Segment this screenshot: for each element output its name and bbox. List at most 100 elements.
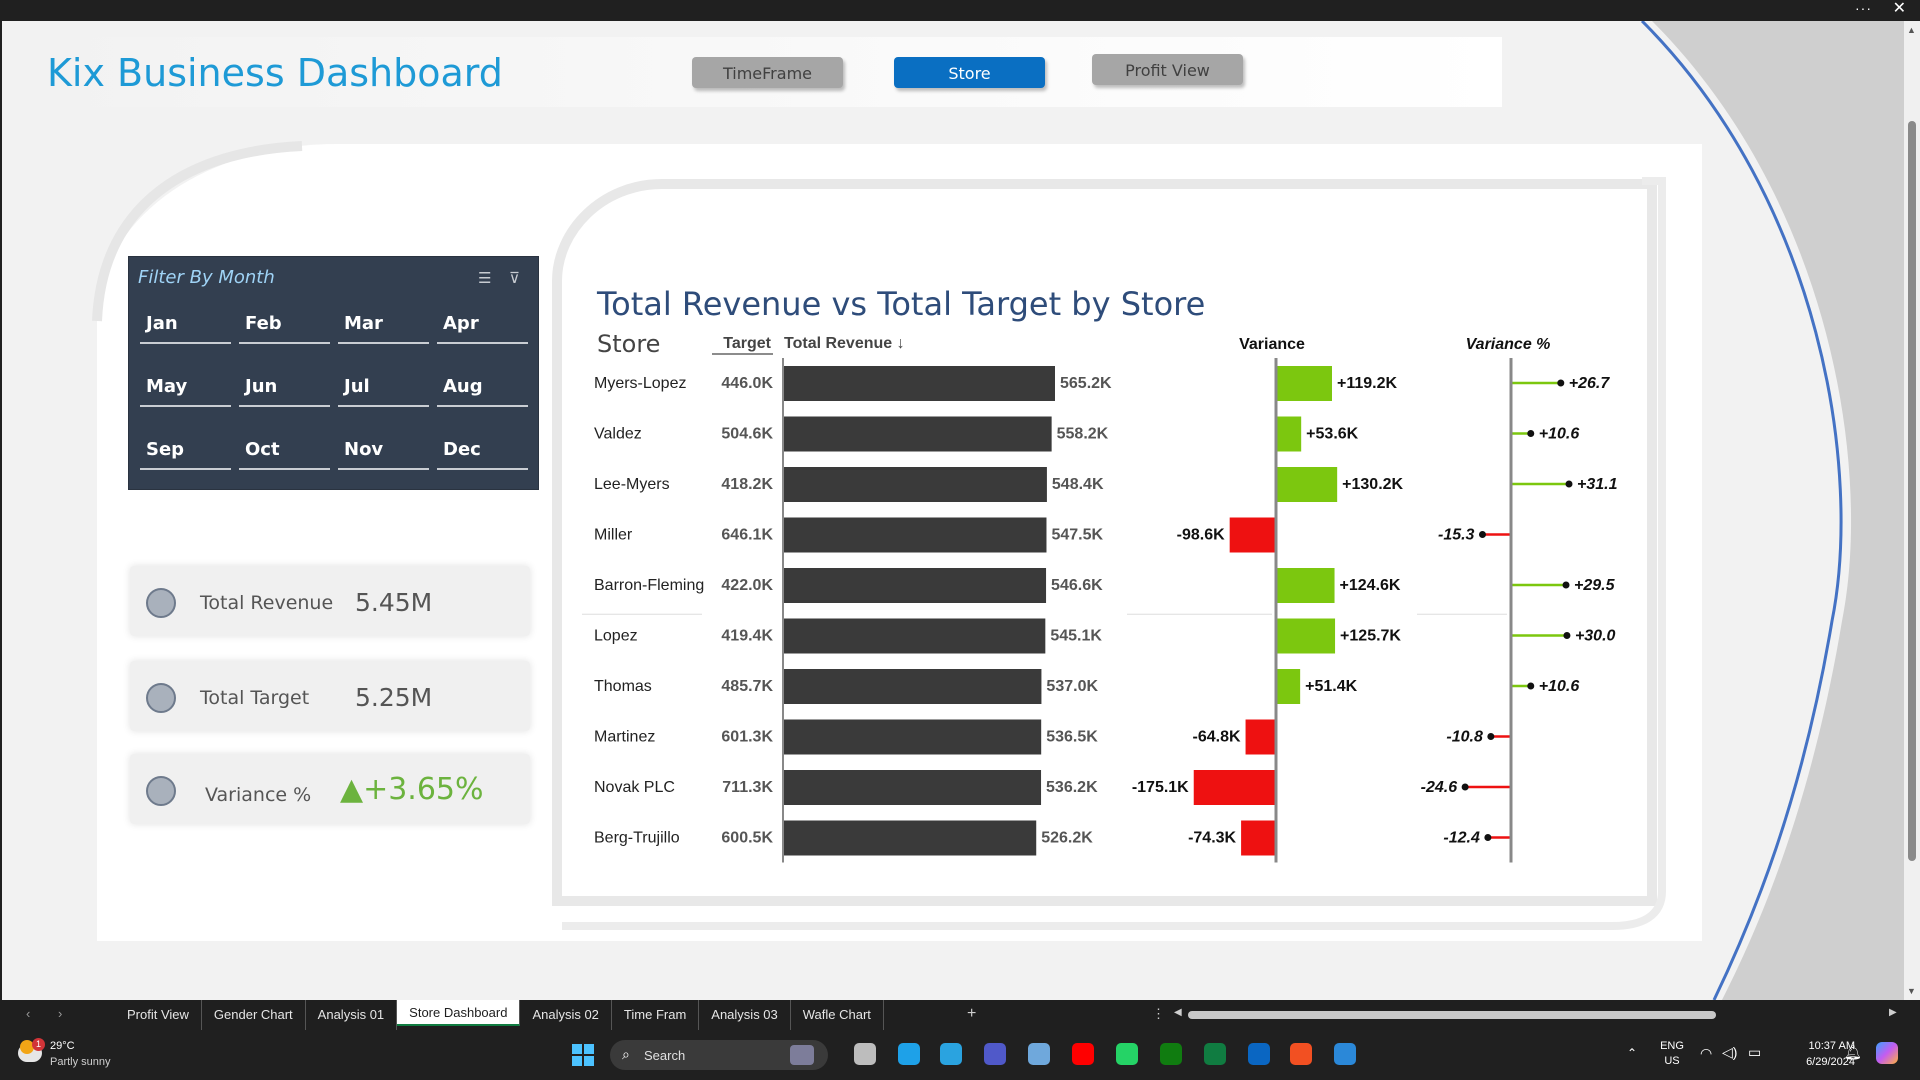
copilot-icon[interactable]: [1876, 1042, 1898, 1064]
sheet-tab[interactable]: Analysis 01: [306, 1000, 398, 1030]
search-highlight-icon: [790, 1045, 814, 1065]
sheet-tab-bar: ‹ › Profit View Gender Chart Analysis 01 St…: [0, 1000, 1920, 1030]
screen: ··· ✕ Kix Business Dashboard TimeFrame S…: [0, 0, 1920, 1080]
linkedin-icon[interactable]: [1248, 1043, 1270, 1065]
whatsapp-icon[interactable]: [1116, 1043, 1138, 1065]
revenue-value: 537.0K: [1046, 678, 1098, 695]
scrollbar-thumb[interactable]: [1908, 121, 1916, 861]
variance-value: +124.6K: [1340, 577, 1401, 594]
variance-bar: [1229, 517, 1276, 553]
more-options-icon[interactable]: ···: [1855, 0, 1872, 16]
scroll-up-icon[interactable]: ▲: [1907, 25, 1916, 35]
teams-icon[interactable]: [984, 1043, 1006, 1065]
month-jan[interactable]: Jan: [140, 304, 231, 344]
month-dec[interactable]: Dec: [437, 430, 528, 470]
month-may[interactable]: May: [140, 367, 231, 407]
xbox-icon[interactable]: [1160, 1043, 1182, 1065]
target-value: 422.0K: [721, 577, 773, 594]
month-jul[interactable]: Jul: [338, 367, 429, 407]
kpi-value-text: +3.65%: [363, 772, 484, 807]
variance-pct-value: -10.8: [1446, 729, 1483, 746]
kpi-indicator-dot: [146, 683, 176, 713]
next-sheet-icon[interactable]: ›: [58, 1006, 62, 1021]
month-aug[interactable]: Aug: [437, 367, 528, 407]
prev-sheet-icon[interactable]: ‹: [26, 1006, 30, 1021]
profit-view-button[interactable]: Profit View: [1092, 54, 1243, 85]
variance-value: -74.3K: [1188, 830, 1236, 847]
search-box[interactable]: ⌕ Search: [610, 1040, 828, 1070]
language-indicator[interactable]: ENG US: [1657, 1040, 1687, 1067]
variance-bar: [1193, 770, 1276, 805]
wifi-icon[interactable]: ◠: [1700, 1045, 1712, 1062]
weather-badge: 1: [32, 1038, 45, 1051]
sheet-tab[interactable]: Store Dashboard: [397, 1000, 521, 1026]
revenue-bar: [783, 820, 1037, 856]
lang-top: ENG: [1660, 1040, 1684, 1052]
sheet-tab[interactable]: Wafle Chart: [791, 1000, 884, 1030]
variance-pct-value: +29.5: [1574, 577, 1616, 594]
timeframe-button[interactable]: TimeFrame: [692, 57, 843, 88]
month-sep[interactable]: Sep: [140, 430, 231, 470]
store-name: Valdez: [594, 426, 642, 443]
store-button[interactable]: Store: [894, 57, 1045, 88]
revenue-bar: [783, 517, 1047, 553]
target-value: 600.5K: [721, 830, 773, 847]
youtube-icon[interactable]: [1072, 1043, 1094, 1065]
variance-pct-dot: [1478, 531, 1486, 538]
show-hidden-icons[interactable]: ⌃: [1627, 1046, 1637, 1060]
variance-bar: [1276, 467, 1338, 502]
sheet-tab[interactable]: Profit View: [115, 1000, 202, 1030]
horizontal-scrollbar-thumb[interactable]: [1188, 1011, 1716, 1019]
revenue-bar: [783, 568, 1047, 603]
start-button[interactable]: [572, 1044, 594, 1066]
clock[interactable]: 10:37 AM 6/29/2024: [1775, 1040, 1855, 1068]
sheet-tab[interactable]: Analysis 02: [520, 1000, 612, 1030]
scroll-down-icon[interactable]: ▼: [1907, 986, 1916, 996]
quickassist-icon[interactable]: [1334, 1043, 1356, 1065]
revenue-bar: [783, 366, 1055, 401]
sheet-tab[interactable]: Analysis 03: [699, 1000, 791, 1030]
battery-icon[interactable]: ▭: [1748, 1044, 1761, 1061]
excel-icon[interactable]: [1204, 1043, 1226, 1065]
variance-bar: [1276, 669, 1301, 704]
revenue-header: Total Revenue ↓: [784, 335, 905, 352]
edge-icon[interactable]: [898, 1043, 920, 1065]
powerbi-icon[interactable]: [1290, 1043, 1312, 1065]
month-oct[interactable]: Oct: [239, 430, 330, 470]
telegram-icon[interactable]: [940, 1043, 962, 1065]
month-filter-slicer: Filter By Month ☰ ⊽ Jan Feb Mar Apr May …: [128, 256, 539, 490]
clear-filter-icon[interactable]: ⊽: [509, 269, 520, 287]
slicer-title: Filter By Month: [138, 267, 275, 288]
sheet-tab[interactable]: Time Fram: [612, 1000, 700, 1030]
add-sheet-icon[interactable]: +: [967, 1005, 976, 1023]
weather-widget[interactable]: 1 29°C Partly sunny: [16, 1038, 136, 1072]
month-apr[interactable]: Apr: [437, 304, 528, 344]
photos-icon[interactable]: [1028, 1043, 1050, 1065]
month-jun[interactable]: Jun: [239, 367, 330, 407]
store-header: Store: [597, 330, 660, 358]
hscroll-left-icon[interactable]: ◀: [1174, 1007, 1182, 1018]
page-title: Kix Business Dashboard: [47, 51, 503, 95]
multi-select-icon[interactable]: ☰: [478, 269, 491, 287]
store-revenue-chart: Store Target Total Revenue ↓ Variance Varian…: [582, 330, 1618, 863]
search-placeholder: Search: [644, 1048, 686, 1063]
vertical-scrollbar[interactable]: ▲ ▼: [1904, 21, 1920, 1000]
volume-icon[interactable]: ◁): [1722, 1044, 1737, 1061]
variance-bar: [1276, 568, 1335, 603]
kpi-label: Variance %: [205, 784, 312, 806]
month-nov[interactable]: Nov: [338, 430, 429, 470]
variance-value: +130.2K: [1342, 476, 1403, 493]
variance-pct-value: +26.7: [1569, 375, 1611, 392]
month-mar[interactable]: Mar: [338, 304, 429, 344]
sheet-tab[interactable]: Gender Chart: [202, 1000, 306, 1030]
notification-bell-icon[interactable]: 🔔︎: [1844, 1044, 1862, 1061]
variance-bar: [1276, 618, 1336, 654]
task-view-icon[interactable]: [854, 1043, 876, 1065]
variance-pct-value: +30.0: [1575, 628, 1616, 645]
month-feb[interactable]: Feb: [239, 304, 330, 344]
close-icon[interactable]: ✕: [1893, 1, 1906, 17]
variance-value: +51.4K: [1305, 678, 1357, 695]
sheet-options-icon[interactable]: ⋮: [1152, 1006, 1165, 1022]
variance-pct-dot: [1484, 834, 1492, 841]
hscroll-right-icon[interactable]: ▶: [1889, 1007, 1897, 1018]
